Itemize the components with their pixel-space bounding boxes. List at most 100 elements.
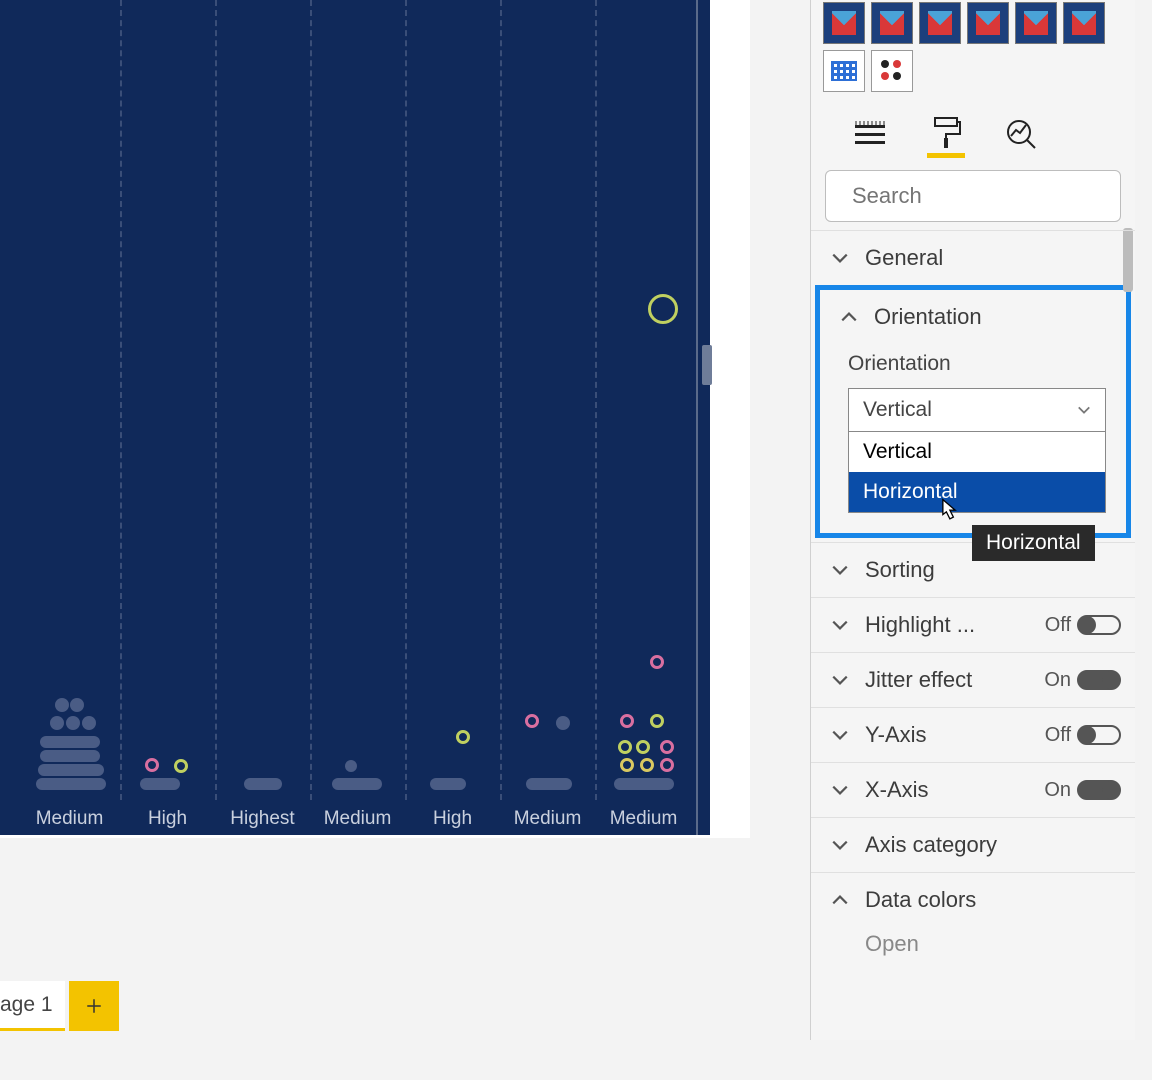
data-point[interactable] — [618, 740, 632, 754]
visualizations-format-pane: General Orientation Orientation Vertical… — [810, 0, 1135, 1040]
chevron-down-icon — [831, 561, 849, 579]
chevron-down-icon — [1077, 403, 1091, 417]
data-point[interactable] — [650, 714, 664, 728]
visual-scroll-thumb[interactable] — [702, 345, 712, 385]
axis-category-label: Medium — [22, 808, 117, 830]
pane-tabs — [811, 98, 1135, 158]
section-y-axis[interactable]: Y-Axis Off — [811, 707, 1135, 762]
custom-visual-icon[interactable] — [1015, 2, 1057, 44]
data-point[interactable] — [244, 778, 282, 790]
format-search-input[interactable] — [852, 183, 1140, 209]
analytics-tab[interactable] — [1003, 112, 1041, 158]
data-point[interactable] — [174, 759, 188, 773]
section-highlight[interactable]: Highlight ... Off — [811, 597, 1135, 652]
section-label: X-Axis — [865, 777, 1044, 803]
dropdown-selected[interactable]: Vertical — [848, 388, 1106, 432]
add-page-button[interactable] — [69, 981, 119, 1031]
data-point[interactable] — [40, 736, 100, 748]
data-point[interactable] — [345, 760, 357, 772]
axis-category-label: Medium — [596, 808, 691, 830]
section-orientation[interactable]: Orientation — [820, 290, 1126, 344]
custom-visual-icon[interactable] — [871, 50, 913, 92]
data-point[interactable] — [650, 655, 664, 669]
axis-category-label: Medium — [500, 808, 595, 830]
plus-icon — [85, 997, 103, 1015]
orientation-dropdown[interactable]: Vertical Vertical Horizontal — [848, 388, 1106, 513]
chevron-up-icon — [840, 308, 858, 326]
fields-icon — [854, 121, 886, 149]
axis-category-label: High — [405, 808, 500, 830]
dropdown-list: Vertical Horizontal — [848, 432, 1106, 513]
data-point[interactable] — [140, 778, 180, 790]
data-point[interactable] — [82, 716, 96, 730]
chevron-down-icon — [831, 616, 849, 634]
section-label: General — [865, 245, 1121, 271]
custom-visual-icon[interactable] — [823, 50, 865, 92]
dropdown-option-horizontal[interactable]: Horizontal — [849, 472, 1105, 512]
section-data-colors[interactable]: Data colors — [811, 872, 1135, 927]
data-point[interactable] — [40, 750, 100, 762]
section-label: Orientation — [874, 304, 1112, 330]
data-point[interactable] — [145, 758, 159, 772]
fields-tab[interactable] — [851, 112, 889, 158]
dropdown-option-vertical[interactable]: Vertical — [849, 432, 1105, 472]
page-tab-bar: age 1 — [0, 980, 119, 1032]
toggle-jitter[interactable]: On — [1044, 669, 1121, 692]
format-search[interactable] — [825, 170, 1121, 222]
data-point[interactable] — [614, 778, 674, 790]
data-point[interactable] — [50, 716, 64, 730]
section-label: Y-Axis — [865, 722, 1045, 748]
strip-plot-visual[interactable]: Medium High Highest Medium High Medium M… — [0, 0, 710, 835]
dots-icon — [879, 58, 905, 84]
data-point[interactable] — [636, 740, 650, 754]
format-tab[interactable] — [927, 112, 965, 158]
gridline — [120, 0, 122, 800]
data-point[interactable] — [525, 714, 539, 728]
section-label: Jitter effect — [865, 667, 1044, 693]
toggle-x-axis[interactable]: On — [1044, 779, 1121, 802]
custom-visual-icon[interactable] — [871, 2, 913, 44]
data-point[interactable] — [640, 758, 654, 772]
toggle-state: Off — [1045, 614, 1071, 637]
data-point[interactable] — [66, 716, 80, 730]
chevron-down-icon — [831, 249, 849, 267]
axis-category-label: Medium — [310, 808, 405, 830]
custom-visual-icon[interactable] — [967, 2, 1009, 44]
chevron-down-icon — [831, 781, 849, 799]
report-canvas: Medium High Highest Medium High Medium M… — [0, 0, 750, 838]
data-point[interactable] — [648, 294, 678, 324]
chevron-up-icon — [831, 891, 849, 909]
gridline — [500, 0, 502, 800]
paint-roller-icon — [931, 116, 961, 150]
data-point[interactable] — [38, 764, 104, 776]
data-point[interactable] — [556, 716, 570, 730]
visual-scroll-track — [696, 0, 698, 835]
data-point[interactable] — [526, 778, 572, 790]
analytics-icon — [1005, 118, 1039, 152]
custom-visual-icon[interactable] — [823, 2, 865, 44]
section-general[interactable]: General — [811, 230, 1135, 285]
data-point[interactable] — [660, 758, 674, 772]
gridline — [215, 0, 217, 800]
section-label: Axis category — [865, 832, 1121, 858]
custom-visual-icon[interactable] — [919, 2, 961, 44]
toggle-state: On — [1044, 669, 1071, 692]
section-x-axis[interactable]: X-Axis On — [811, 762, 1135, 817]
data-point[interactable] — [430, 778, 466, 790]
data-point[interactable] — [620, 758, 634, 772]
data-point[interactable] — [456, 730, 470, 744]
data-point[interactable] — [55, 698, 69, 712]
section-axis-category[interactable]: Axis category — [811, 817, 1135, 872]
section-jitter[interactable]: Jitter effect On — [811, 652, 1135, 707]
chevron-down-icon — [831, 671, 849, 689]
data-point[interactable] — [36, 778, 106, 790]
data-point[interactable] — [660, 740, 674, 754]
custom-visual-icon[interactable] — [1063, 2, 1105, 44]
page-tab-1[interactable]: age 1 — [0, 981, 65, 1031]
toggle-highlight[interactable]: Off — [1045, 614, 1121, 637]
data-point[interactable] — [70, 698, 84, 712]
data-point[interactable] — [620, 714, 634, 728]
section-label: Data colors — [865, 887, 1121, 913]
data-point[interactable] — [332, 778, 382, 790]
toggle-y-axis[interactable]: Off — [1045, 724, 1121, 747]
